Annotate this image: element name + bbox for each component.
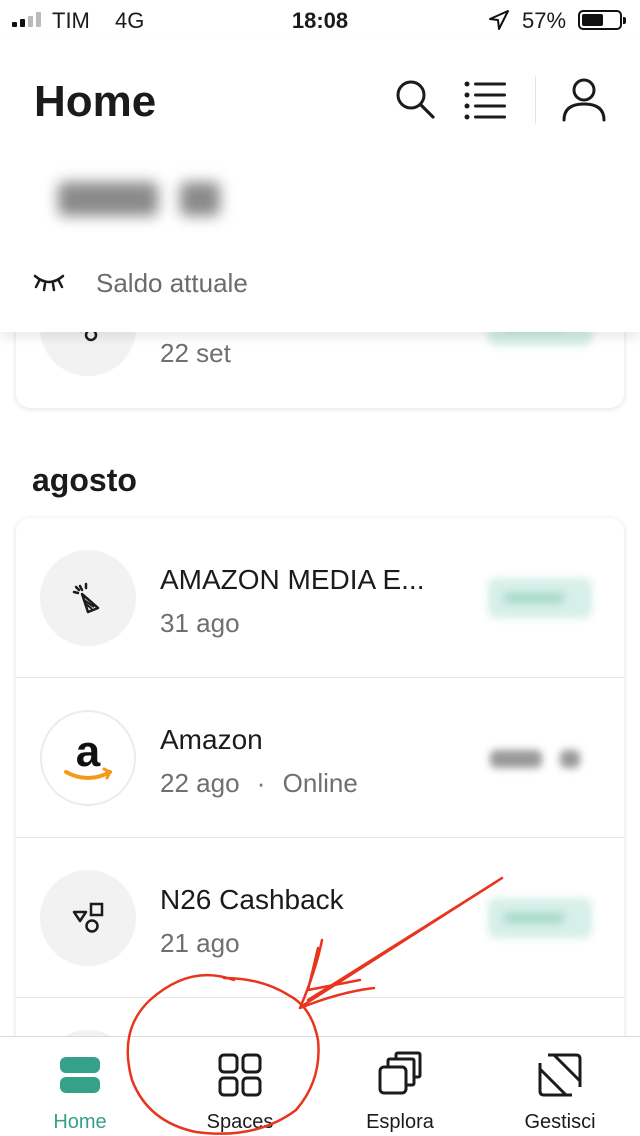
transaction-date: 31 ago [160, 608, 240, 638]
header-divider [535, 76, 536, 124]
search-icon[interactable] [392, 76, 438, 122]
user-icon[interactable] [560, 76, 608, 124]
transaction-avatar: a [40, 710, 136, 806]
amazon-logo: a [64, 727, 113, 780]
card-slash-icon [538, 1053, 582, 1097]
tab-bar: Home Spaces Esplora Gestisci [0, 1036, 640, 1136]
party-icon [72, 582, 100, 614]
grid-icon [218, 1053, 262, 1097]
month-section-title: agosto [32, 462, 137, 498]
transaction-subtitle: 22 ago · Online [160, 768, 358, 799]
shapes-icon [72, 902, 104, 933]
header: Home Saldo attuale [0, 40, 640, 332]
transaction-date: 22 set [160, 338, 231, 368]
transaction-channel: Online [282, 768, 358, 798]
transaction-title: AMAZON MEDIA E... [160, 564, 425, 595]
tab-label: Gestisci [524, 1111, 596, 1133]
balance-label: Saldo attuale [96, 268, 248, 298]
home-stack-icon [60, 1057, 100, 1093]
transaction-row[interactable]: AMAZON MEDIA E... 31 ago [16, 518, 624, 678]
transactions-card-august: AMAZON MEDIA E... 31 ago a Amazon 22 ago… [16, 518, 624, 1078]
separator-dot: · [256, 768, 266, 798]
transaction-amount [490, 750, 580, 770]
transaction-date: 22 ago [160, 768, 240, 798]
tab-home[interactable]: Home [0, 1037, 160, 1136]
layers-icon [378, 1051, 422, 1095]
transaction-row[interactable]: N26 Cashback 21 ago [16, 838, 624, 998]
transaction-title: N26 Cashback [160, 884, 344, 915]
tab-gestisci[interactable]: Gestisci [480, 1037, 640, 1136]
tab-esplora[interactable]: Esplora [320, 1037, 480, 1136]
transaction-title: Amazon [160, 724, 263, 755]
tab-spaces[interactable]: Spaces [160, 1037, 320, 1136]
transaction-avatar [40, 550, 136, 646]
page-title: Home [34, 77, 157, 126]
eye-closed-icon[interactable] [32, 270, 66, 294]
tab-label: Home [53, 1111, 107, 1133]
tab-label: Esplora [366, 1111, 434, 1133]
balance-amount [58, 182, 220, 216]
transaction-date: 21 ago [160, 928, 240, 958]
tab-label: Spaces [206, 1111, 274, 1133]
list-icon[interactable] [462, 76, 510, 122]
transaction-row[interactable]: a Amazon 22 ago · Online [16, 678, 624, 838]
transaction-avatar [40, 870, 136, 966]
transaction-amount [488, 578, 592, 618]
svg-text:a: a [76, 727, 101, 776]
transaction-amount [488, 898, 592, 938]
